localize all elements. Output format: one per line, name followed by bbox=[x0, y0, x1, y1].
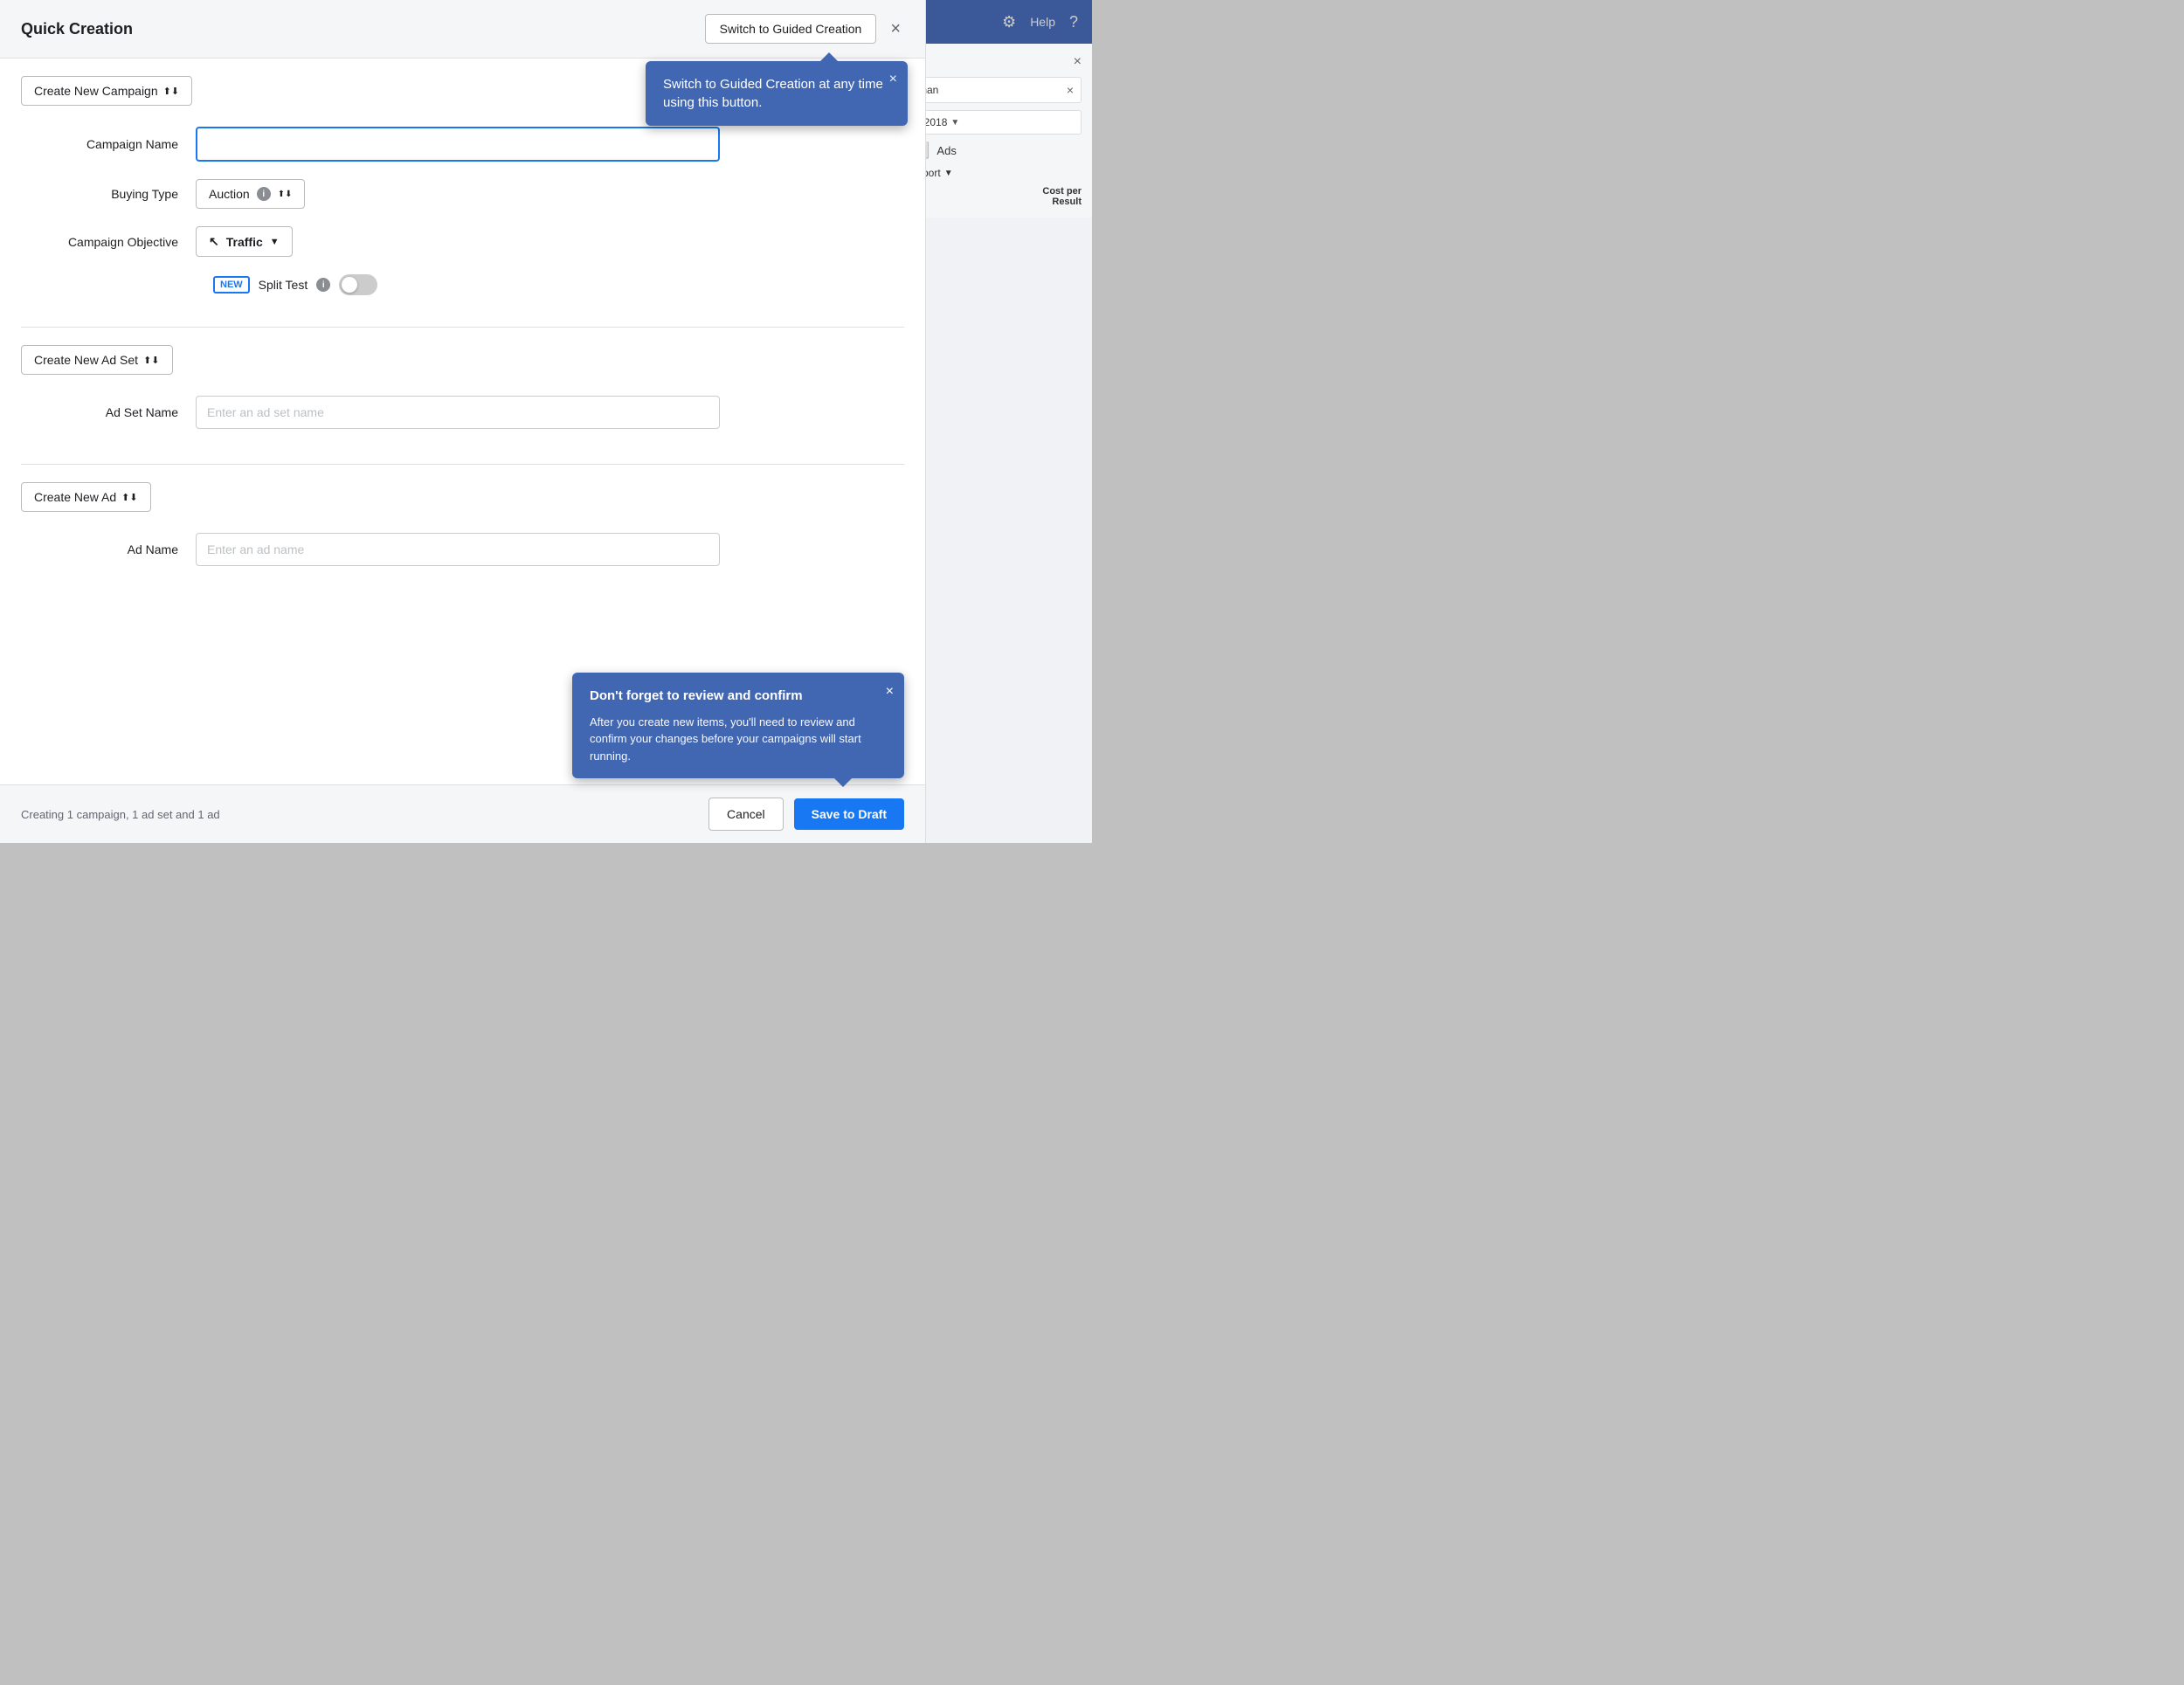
campaign-objective-select[interactable]: ↖ Traffic ▼ bbox=[196, 226, 293, 257]
buying-type-chevron-icon: ⬆⬇ bbox=[278, 190, 293, 199]
ad-set-name-input[interactable] bbox=[196, 396, 720, 429]
ad-set-name-input-wrap bbox=[196, 396, 720, 429]
split-test-label: Split Test bbox=[259, 278, 308, 292]
new-badge: NEW bbox=[213, 276, 250, 293]
campaign-objective-label: Campaign Objective bbox=[21, 235, 196, 249]
tooltip-guided-text: Switch to Guided Creation at any time us… bbox=[663, 77, 883, 110]
ad-name-row: Ad Name bbox=[21, 533, 904, 566]
switch-guided-button[interactable]: Switch to Guided Creation bbox=[705, 14, 877, 44]
cancel-label: Cancel bbox=[727, 807, 765, 821]
tooltip-guided-close[interactable]: × bbox=[889, 70, 897, 89]
toggle-track[interactable] bbox=[339, 274, 377, 295]
chevron-down-icon[interactable]: ▼ bbox=[950, 118, 959, 128]
bg-close-btn-2[interactable]: × bbox=[1067, 83, 1074, 97]
tooltip-reminder: × Don't forget to review and confirm Aft… bbox=[572, 673, 904, 778]
create-new-ad-button[interactable]: Create New Ad ⬆⬇ bbox=[21, 482, 151, 512]
dialog-header-right: Switch to Guided Creation × bbox=[705, 14, 904, 44]
create-ad-set-label: Create New Ad Set bbox=[34, 353, 138, 367]
split-test-row: NEW Split Test i bbox=[213, 274, 904, 295]
objective-chevron-icon: ▼ bbox=[270, 237, 280, 247]
tooltip-reminder-text: After you create new items, you'll need … bbox=[590, 714, 887, 765]
footer-info-text: Creating 1 campaign, 1 ad set and 1 ad bbox=[21, 808, 220, 821]
ad-set-name-row: Ad Set Name bbox=[21, 396, 904, 429]
bg-export-row[interactable]: Export ▼ bbox=[910, 167, 1082, 179]
split-test-toggle[interactable] bbox=[339, 274, 377, 295]
campaign-objective-row: Campaign Objective ↖ Traffic ▼ bbox=[21, 226, 904, 257]
tooltip-guided-creation: × Switch to Guided Creation at any time … bbox=[646, 61, 908, 126]
ad-name-input-wrap bbox=[196, 533, 720, 566]
cursor-icon: ↖ bbox=[209, 234, 219, 249]
bg-topbar: ⚙ Help ? bbox=[900, 0, 1092, 44]
buying-type-control-wrap: Auction i ⬆⬇ bbox=[196, 179, 720, 209]
dialog-title: Quick Creation bbox=[21, 20, 133, 38]
switch-guided-label: Switch to Guided Creation bbox=[720, 22, 862, 36]
help-icon[interactable]: ? bbox=[1069, 13, 1078, 31]
buying-type-info-icon[interactable]: i bbox=[257, 187, 271, 201]
footer-right: × Don't forget to review and confirm Aft… bbox=[708, 798, 904, 831]
ad-name-input[interactable] bbox=[196, 533, 720, 566]
export-chevron-icon: ▼ bbox=[944, 169, 953, 178]
ad-set-name-label: Ad Set Name bbox=[21, 405, 196, 419]
buying-type-row: Buying Type Auction i ⬆⬇ bbox=[21, 179, 904, 209]
save-to-draft-button[interactable]: Save to Draft bbox=[794, 798, 904, 830]
ad-set-dropdown-icon: ⬆⬇ bbox=[143, 355, 159, 366]
campaign-objective-wrap: ↖ Traffic ▼ bbox=[196, 226, 720, 257]
bg-close-btn-1[interactable]: × bbox=[1074, 54, 1082, 70]
ad-set-section: Create New Ad Set ⬆⬇ Ad Set Name bbox=[0, 328, 925, 464]
bg-sidebar-content: × than × , 2018 ▼ ⬜ Ads Export ▼ Cost pe… bbox=[900, 44, 1092, 218]
create-campaign-label: Create New Campaign bbox=[34, 84, 158, 98]
gear-icon[interactable]: ⚙ bbox=[1002, 13, 1016, 31]
ad-name-label: Ad Name bbox=[21, 542, 196, 556]
toggle-thumb bbox=[342, 277, 357, 293]
bg-filter-row: than × bbox=[910, 77, 1082, 103]
dialog-close-button[interactable]: × bbox=[887, 16, 904, 43]
bg-ads-row: ⬜ Ads bbox=[910, 142, 1082, 160]
buying-type-select[interactable]: Auction i ⬆⬇ bbox=[196, 179, 305, 209]
tooltip-reminder-title: Don't forget to review and confirm bbox=[590, 687, 887, 707]
campaign-name-label: Campaign Name bbox=[21, 137, 196, 151]
campaign-objective-value: Traffic bbox=[226, 235, 263, 249]
split-test-info-icon[interactable]: i bbox=[316, 278, 330, 292]
help-text: Help bbox=[1030, 15, 1055, 29]
buying-type-value: Auction bbox=[209, 187, 250, 201]
bg-date-row: , 2018 ▼ bbox=[910, 110, 1082, 135]
create-ad-label: Create New Ad bbox=[34, 490, 116, 504]
buying-type-label: Buying Type bbox=[21, 187, 196, 201]
background-panel: ⚙ Help ? × than × , 2018 ▼ ⬜ Ads Export … bbox=[900, 0, 1092, 843]
quick-creation-dialog: Quick Creation Switch to Guided Creation… bbox=[0, 0, 926, 843]
campaign-dropdown-icon: ⬆⬇ bbox=[163, 86, 179, 97]
dialog-footer: Creating 1 campaign, 1 ad set and 1 ad ×… bbox=[0, 784, 925, 843]
ad-section: Create New Ad ⬆⬇ Ad Name bbox=[0, 465, 925, 601]
tooltip-reminder-close[interactable]: × bbox=[886, 681, 894, 702]
campaign-name-input[interactable] bbox=[196, 127, 720, 162]
create-new-campaign-button[interactable]: Create New Campaign ⬆⬇ bbox=[21, 76, 192, 106]
campaign-name-input-wrap bbox=[196, 127, 720, 162]
bg-ads-text: Ads bbox=[936, 144, 956, 157]
bg-cost-header: Cost per Result bbox=[910, 186, 1082, 207]
ad-dropdown-icon: ⬆⬇ bbox=[121, 492, 137, 503]
cancel-button[interactable]: Cancel bbox=[708, 798, 784, 831]
save-draft-label: Save to Draft bbox=[812, 807, 887, 821]
create-new-ad-set-button[interactable]: Create New Ad Set ⬆⬇ bbox=[21, 345, 173, 375]
campaign-name-row: Campaign Name bbox=[21, 127, 904, 162]
dialog-header: Quick Creation Switch to Guided Creation… bbox=[0, 0, 925, 59]
